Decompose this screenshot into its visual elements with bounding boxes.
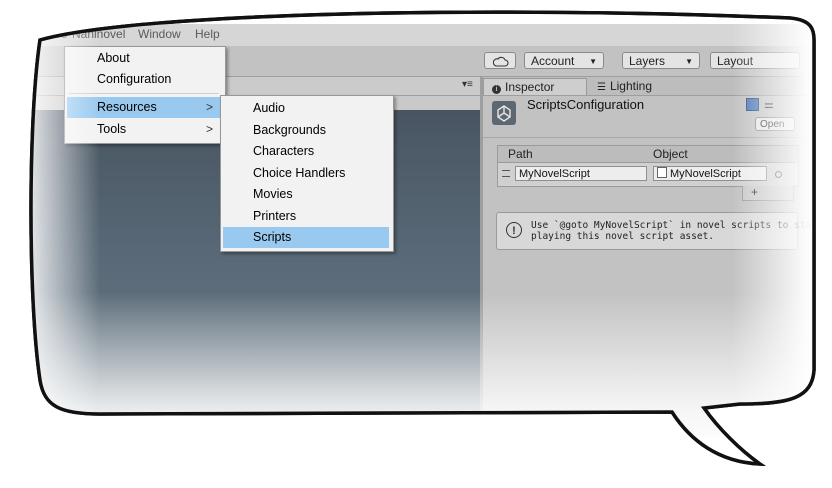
speech-bubble-outline <box>29 10 816 467</box>
